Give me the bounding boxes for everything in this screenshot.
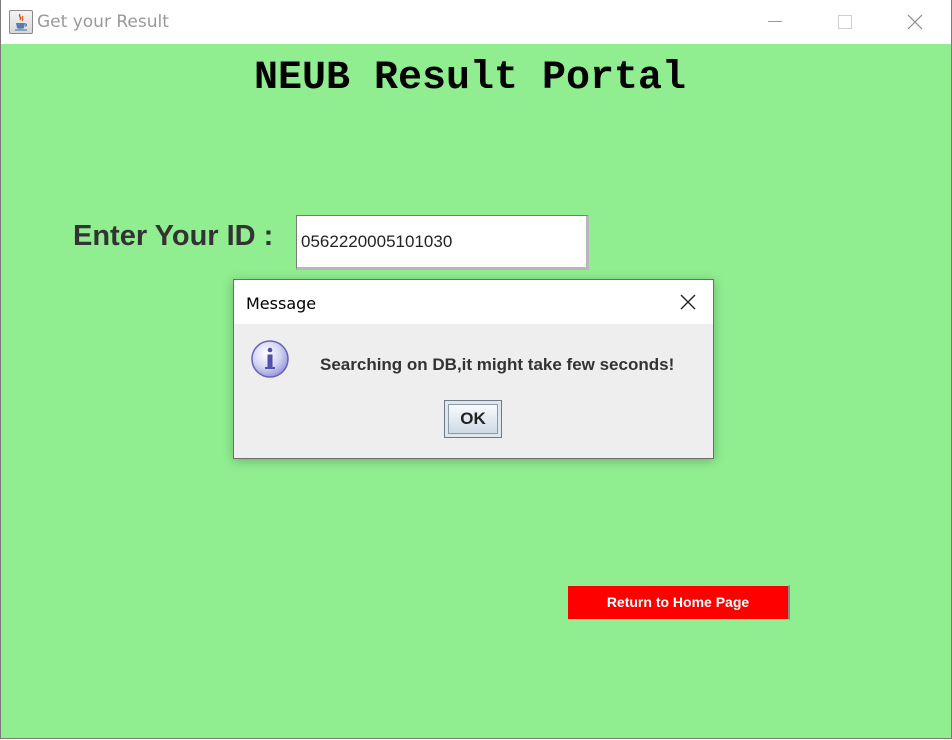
info-icon	[251, 340, 289, 378]
close-icon	[907, 14, 923, 30]
dialog-title: Message	[246, 294, 317, 313]
java-icon	[9, 10, 33, 34]
message-dialog: Message Searching on DB,it might take fe…	[233, 279, 714, 459]
minimize-icon	[768, 21, 782, 22]
return-home-button[interactable]: Return to Home Page	[567, 585, 790, 620]
dialog-title-bar: Message	[234, 280, 713, 324]
maximize-icon	[838, 15, 852, 29]
window-title: Get your Result	[37, 12, 169, 32]
app-window: Get your Result NEUB Result Portal Enter…	[0, 0, 952, 739]
ok-button[interactable]: OK	[444, 400, 502, 438]
dialog-message: Searching on DB,it might take few second…	[320, 355, 675, 374]
close-button[interactable]	[883, 0, 947, 44]
title-bar: Get your Result	[1, 0, 951, 44]
page-title: NEUB Result Portal	[253, 56, 687, 101]
close-icon	[680, 294, 696, 310]
id-input[interactable]	[296, 215, 589, 270]
dialog-close-button[interactable]	[670, 284, 706, 320]
maximize-button[interactable]	[813, 0, 877, 44]
minimize-button[interactable]	[743, 0, 807, 44]
id-label: Enter Your ID :	[73, 220, 274, 252]
ok-button-label: OK	[448, 404, 498, 434]
